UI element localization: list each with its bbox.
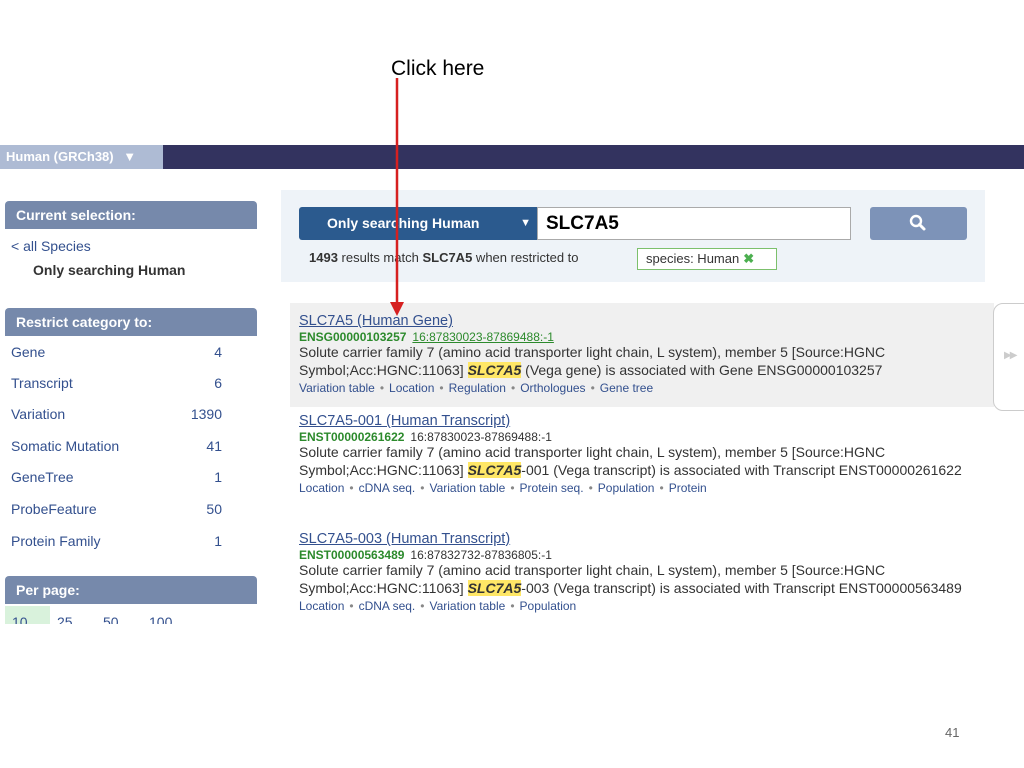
species-selector-tab[interactable]: Human (GRCh38) ▼ [0,145,163,169]
result-location: 16:87832732-87836805:-1 [410,548,552,562]
results-text: when restricted to [472,250,579,265]
result-link-location[interactable]: Location [389,381,434,395]
results-text: results match [337,250,423,265]
description-text: -003 (Vega transcript) is associated wit… [521,579,962,596]
result-stable-id: ENSG00000103257 [299,330,407,344]
result-stable-id: ENST00000261622 [299,430,405,444]
highlighted-term: SLC7A5 [467,461,522,478]
all-species-link[interactable]: < all Species [11,238,91,254]
category-count: 41 [206,438,222,454]
click-here-annotation: Click here [391,57,485,80]
search-scope-dropdown[interactable]: Only searching Human ▼ [299,207,537,240]
category-item-probefeature[interactable]: ProbeFeature 50 [11,501,222,521]
double-chevron-right-icon: ▶▶ [1004,350,1017,361]
result-link-regulation[interactable]: Regulation [449,381,506,395]
category-item-genetree[interactable]: GeneTree 1 [11,469,222,489]
per-page-options: 10 25 50 100 [5,606,257,624]
result-link-cdna-seq[interactable]: cDNA seq. [359,481,416,495]
per-page-heading: Per page: [5,576,257,604]
result-id-line: ENST00000563489 16:87832732-87836805:-1 [299,548,979,562]
search-icon [909,214,926,231]
highlighted-term: SLC7A5 [467,579,522,596]
description-text: -001 (Vega transcript) is associated wit… [521,461,962,478]
search-result: SLC7A5-001 (Human Transcript) ENST000002… [299,413,979,495]
search-result: SLC7A5-003 (Human Transcript) ENST000005… [299,531,979,624]
current-selection-value: Only searching Human [33,262,186,278]
filter-chip-label: species: Human [646,251,740,266]
result-link-variation-table[interactable]: Variation table [429,481,505,495]
side-panel-toggle[interactable]: ▶▶ [993,303,1024,411]
chevron-down-icon: ▼ [520,217,531,229]
result-description: Solute carrier family 7 (amino acid tran… [299,344,979,379]
result-id-line: ENST00000261622 16:87830023-87869488:-1 [299,430,979,444]
category-count: 6 [214,375,222,391]
result-title-link[interactable]: SLC7A5 (Human Gene) [299,313,979,329]
current-selection-heading: Current selection: [5,201,257,229]
result-link-population[interactable]: Population [520,599,577,613]
result-links: Variation table • Location • Regulation • Orth… [299,381,654,395]
result-link-variation-table[interactable]: Variation table [429,599,505,613]
category-label: Protein Family [11,533,101,549]
highlighted-term: SLC7A5 [467,361,522,378]
result-links: Location • cDNA seq. • Variation table • Popul… [299,599,577,613]
result-location-link[interactable]: 16:87830023-87869488:-1 [412,330,553,344]
chevron-down-icon: ▼ [123,149,137,164]
per-page-option-100[interactable]: 100 [149,614,172,624]
result-link-population[interactable]: Population [598,481,655,495]
result-link-variation-table[interactable]: Variation table [299,381,375,395]
result-link-cdna-seq[interactable]: cDNA seq. [359,599,416,613]
category-count: 1390 [190,406,222,422]
result-link-protein-seq[interactable]: Protein seq. [520,481,584,495]
category-item-somatic-mutation[interactable]: Somatic Mutation 41 [11,438,222,458]
result-stable-id: ENST00000563489 [299,548,405,562]
search-input[interactable] [537,207,851,240]
result-link-gene-tree[interactable]: Gene tree [600,381,653,395]
restrict-category-heading: Restrict category to: [5,308,257,336]
result-description: Solute carrier family 7 (amino acid tran… [299,562,979,597]
species-filter-chip[interactable]: species: Human ✖ [637,248,777,270]
description-text: (Vega gene) is associated with Gene ENSG… [521,361,883,378]
category-label: ProbeFeature [11,501,97,517]
category-count: 50 [206,501,222,517]
category-label: Transcript [11,375,73,391]
category-label: Somatic Mutation [11,438,120,454]
per-page-option-50[interactable]: 50 [103,614,119,624]
result-link-protein[interactable]: Protein [669,481,707,495]
slide-page-number: 41 [945,725,960,740]
result-link-location[interactable]: Location [299,481,344,495]
search-scope-label: Only searching Human [327,215,480,231]
species-tab-label: Human (GRCh38) [6,149,114,164]
per-page-option-25[interactable]: 25 [57,614,73,624]
search-result: SLC7A5 (Human Gene) ENSG00000103257 16:87… [299,313,979,395]
result-link-orthologues[interactable]: Orthologues [520,381,585,395]
close-icon[interactable]: ✖ [743,251,754,266]
result-link-location[interactable]: Location [299,599,344,613]
category-count: 1 [214,533,222,549]
result-id-line: ENSG00000103257 16:87830023-87869488:-1 [299,330,979,344]
category-item-variation[interactable]: Variation 1390 [11,406,222,426]
search-button[interactable] [870,207,967,240]
results-count: 1493 [309,250,338,265]
result-title-link[interactable]: SLC7A5-001 (Human Transcript) [299,413,979,429]
category-count: 1 [214,469,222,485]
per-page-option-10[interactable]: 10 [12,614,28,624]
category-count: 4 [214,344,222,360]
category-item-transcript[interactable]: Transcript 6 [11,375,222,395]
category-item-gene[interactable]: Gene 4 [11,344,222,364]
results-summary: 1493 results match SLC7A5 when restricte… [309,250,579,265]
results-term: SLC7A5 [422,250,473,265]
category-label: GeneTree [11,469,74,485]
category-label: Gene [11,344,46,360]
result-location: 16:87830023-87869488:-1 [410,430,552,444]
result-title-link[interactable]: SLC7A5-003 (Human Transcript) [299,531,979,547]
result-links: Location • cDNA seq. • Variation table • Prote… [299,481,707,495]
result-description: Solute carrier family 7 (amino acid tran… [299,444,979,479]
category-item-protein-family[interactable]: Protein Family 1 [11,533,222,553]
category-label: Variation [11,406,66,422]
